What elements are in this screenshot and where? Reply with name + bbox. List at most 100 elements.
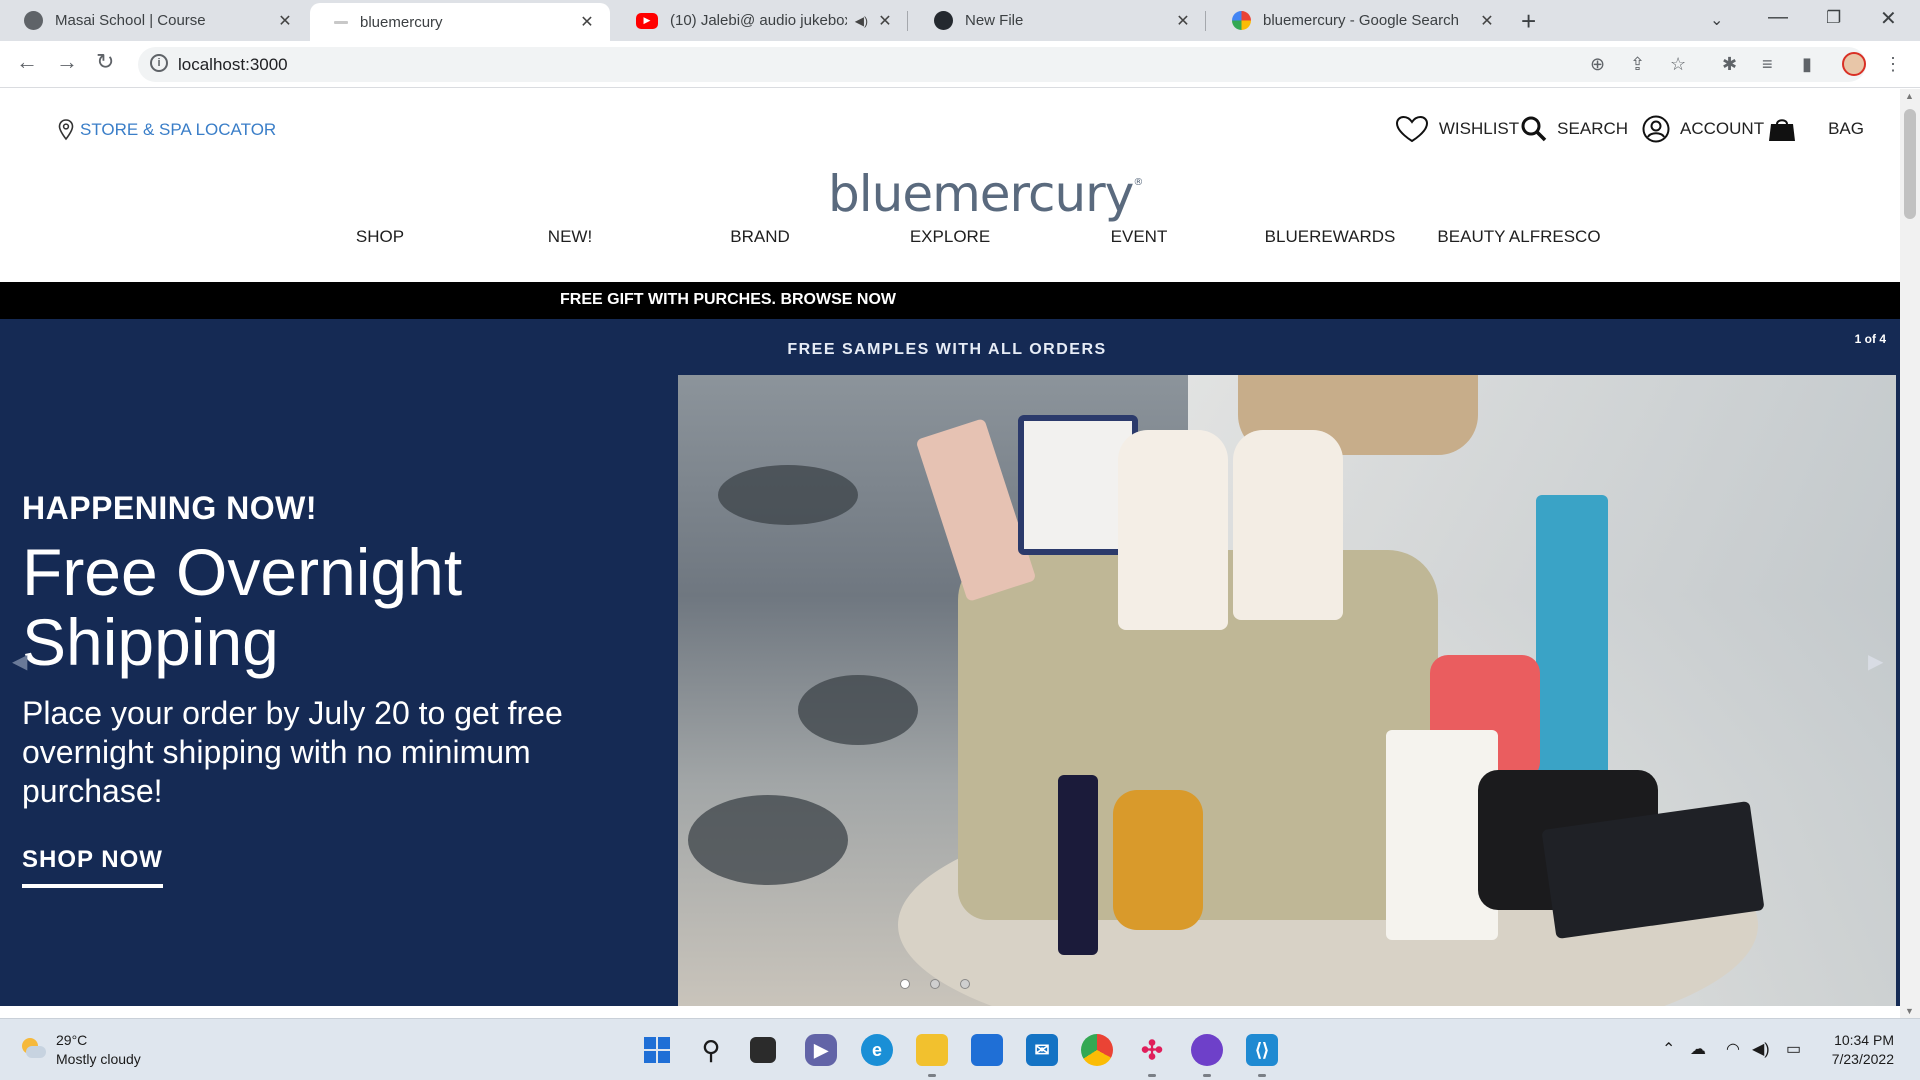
new-tab-icon[interactable]: + (1521, 6, 1536, 37)
shop-now-button[interactable]: SHOP NOW (22, 846, 163, 888)
extensions-icon[interactable]: ✱ (1722, 54, 1737, 75)
rock-shape (798, 675, 918, 745)
forward-icon[interactable]: → (56, 49, 78, 75)
nav-brand[interactable]: BRAND (730, 227, 790, 247)
scroll-down-icon[interactable]: ▼ (1905, 1006, 1914, 1016)
tab-title: (10) Jalebi@ audio jukebox 2 (670, 12, 847, 29)
chrome-icon[interactable] (1081, 1034, 1113, 1066)
tray-chevron-icon[interactable]: ⌃ (1662, 1039, 1675, 1059)
location-pin-icon (58, 119, 74, 141)
zoom-icon[interactable]: ⊕ (1590, 54, 1605, 75)
address-toolbar: ← → ↻ i localhost:3000 ⊕ ⇪ ☆ ✱ ≡ ▮ ⋮ (0, 41, 1920, 88)
bag-link[interactable]: BAG (1768, 116, 1900, 142)
address-bar[interactable]: i localhost:3000 ⊕ ⇪ ☆ (138, 47, 1866, 82)
close-tab-icon[interactable]: ✕ (876, 11, 894, 31)
vscode-icon[interactable]: ⟨⟩ (1246, 1034, 1278, 1077)
nav-shop[interactable]: SHOP (356, 227, 404, 247)
tab-search-icon[interactable]: ⌄ (1710, 10, 1723, 30)
nav-explore[interactable]: EXPLORE (910, 227, 990, 247)
hero-eyebrow: HAPPENING NOW! (22, 490, 317, 526)
slide-dot[interactable] (930, 979, 940, 989)
windows-taskbar: 29°C Mostly cloudy ⚲ ▶ e ✉ ✣ ⟨⟩ ⌃ ☁ ◠ ◀)… (0, 1018, 1920, 1080)
tab-new-file[interactable]: New File ✕ (910, 0, 1206, 41)
close-tab-icon[interactable]: ✕ (1478, 11, 1496, 31)
url-text[interactable]: localhost:3000 (178, 55, 288, 75)
next-slide-icon[interactable]: ▶ (1868, 649, 1883, 674)
nav-bluerewards[interactable]: BLUEREWARDS (1265, 227, 1396, 247)
store-icon[interactable] (971, 1034, 1003, 1066)
tab-title: bluemercury (360, 13, 443, 31)
header-links: WISHLIST SEARCH ACCOUNT BAG (1381, 115, 1900, 143)
weather-condition: Mostly cloudy (56, 1051, 141, 1067)
search-link[interactable]: SEARCH (1521, 116, 1628, 142)
scrollbar-thumb[interactable] (1904, 109, 1916, 219)
profile-avatar[interactable] (1842, 52, 1866, 76)
bookmark-star-icon[interactable]: ☆ (1670, 54, 1686, 75)
nav-new[interactable]: NEW! (548, 227, 592, 247)
scroll-up-icon[interactable]: ▲ (1905, 91, 1914, 101)
promo-bar[interactable]: FREE GIFT WITH PURCHES. BROWSE NOW (0, 282, 1900, 319)
slack-icon[interactable]: ✣ (1136, 1034, 1168, 1077)
search-label: SEARCH (1557, 119, 1629, 138)
close-tab-icon[interactable]: ✕ (578, 12, 596, 32)
nav-beauty-alfresco[interactable]: BEAUTY ALFRESCO (1437, 227, 1600, 247)
close-window-icon[interactable]: ✕ (1880, 6, 1897, 31)
side-panel-icon[interactable]: ▮ (1802, 54, 1812, 75)
battery-icon[interactable]: ▭ (1786, 1039, 1801, 1059)
clock-date: 7/23/2022 (1831, 1051, 1894, 1067)
edge-icon[interactable]: e (861, 1034, 893, 1066)
tab-bluemercury[interactable]: bluemercury ✕ (310, 3, 610, 41)
tab-title: bluemercury - Google Search (1263, 12, 1459, 29)
back-icon[interactable]: ← (16, 49, 38, 75)
prev-slide-icon[interactable]: ◀ (12, 649, 27, 674)
speaker-icon[interactable]: ◀) (855, 14, 868, 28)
system-clock[interactable]: 10:34 PM 7/23/2022 (1832, 1031, 1894, 1069)
hero-banner: FREE SAMPLES WITH ALL ORDERS 1 of 4 HAPP… (0, 319, 1900, 1006)
weather-widget[interactable]: 29°C Mostly cloudy (20, 1031, 141, 1069)
hero-product-image (678, 375, 1896, 1006)
onedrive-icon[interactable]: ☁ (1690, 1039, 1706, 1059)
restore-icon[interactable]: ❐ (1826, 8, 1841, 28)
oil-bottle-shape (1113, 790, 1203, 930)
store-locator-link[interactable]: STORE & SPA LOCATOR (58, 119, 276, 141)
close-tab-icon[interactable]: ✕ (1174, 11, 1192, 31)
start-menu-icon[interactable] (641, 1034, 673, 1066)
media-control-icon[interactable]: ≡ (1762, 54, 1773, 75)
mail-icon[interactable]: ✉ (1026, 1034, 1058, 1066)
hero-title: Free Overnight Shipping (22, 535, 463, 679)
tab-strip: Masai School | Course ✕ bluemercury ✕ ▶ … (0, 0, 1920, 41)
site-logo[interactable]: bluemercury® (828, 165, 1143, 223)
volume-icon[interactable]: ◀) (1752, 1039, 1770, 1059)
site-info-icon[interactable]: i (150, 54, 168, 72)
minimize-icon[interactable]: — (1768, 6, 1788, 29)
task-view-icon[interactable] (750, 1037, 776, 1063)
github-icon (934, 11, 953, 30)
promo-bar-text: FREE GIFT WITH PURCHES. BROWSE NOW (560, 291, 896, 308)
bag-label: BAG (1828, 119, 1864, 138)
tab-separator (1205, 11, 1206, 31)
tab-google-search[interactable]: bluemercury - Google Search ✕ (1208, 0, 1510, 41)
tab-title: New File (965, 12, 1024, 29)
close-tab-icon[interactable]: ✕ (276, 11, 294, 31)
wifi-icon[interactable]: ◠ (1726, 1039, 1740, 1059)
tab-masai-school[interactable]: Masai School | Course ✕ (0, 0, 308, 41)
slide-counter: 1 of 4 (1854, 332, 1886, 346)
clock-time: 10:34 PM (1834, 1032, 1894, 1048)
search-icon[interactable]: ⚲ (695, 1034, 727, 1066)
nav-event[interactable]: EVENT (1111, 227, 1168, 247)
github-desktop-icon[interactable] (1191, 1034, 1223, 1077)
slide-dot[interactable] (900, 979, 910, 989)
file-explorer-icon[interactable] (916, 1034, 948, 1077)
reload-icon[interactable]: ↻ (96, 49, 114, 75)
tab-youtube[interactable]: ▶ (10) Jalebi@ audio jukebox 2 ◀) ✕ (612, 0, 908, 41)
chat-icon[interactable]: ▶ (805, 1034, 837, 1066)
wishlist-link[interactable]: WISHLIST (1395, 115, 1519, 143)
account-label: ACCOUNT (1680, 119, 1765, 138)
page-scrollbar[interactable]: ▲ ▼ (1900, 89, 1920, 1018)
share-icon[interactable]: ⇪ (1630, 54, 1645, 75)
globe-icon (24, 11, 43, 30)
weather-temp: 29°C (56, 1032, 88, 1048)
more-menu-icon[interactable]: ⋮ (1884, 54, 1902, 75)
slide-dot[interactable] (960, 979, 970, 989)
account-link[interactable]: ACCOUNT (1642, 115, 1764, 143)
